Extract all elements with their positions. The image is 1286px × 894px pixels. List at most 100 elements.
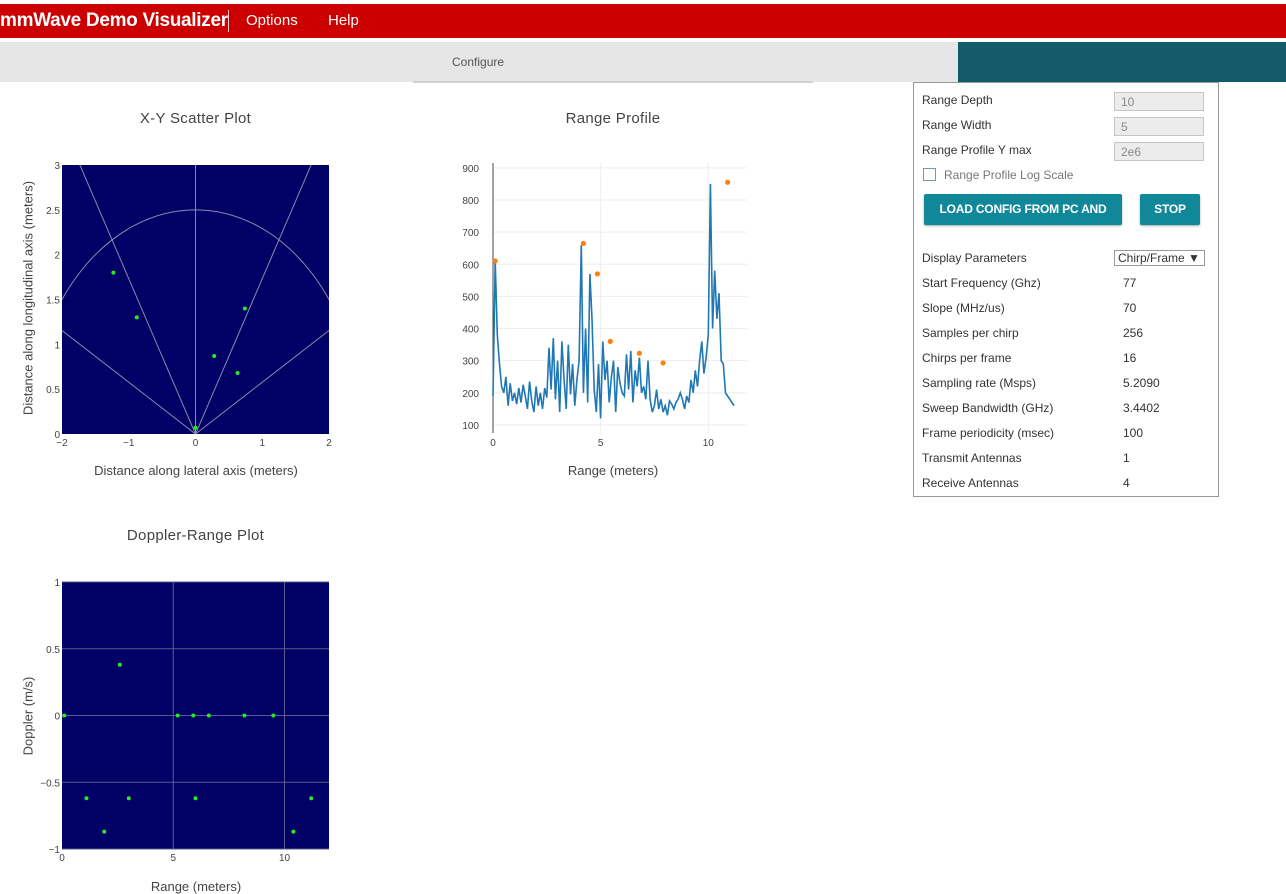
y-tick-label: 400: [462, 325, 479, 336]
param-value: 100: [1123, 426, 1144, 440]
param-value: 4: [1123, 476, 1130, 490]
param-label: Receive Antennas: [922, 476, 1019, 490]
top-bar: mmWave Demo Visualizer Options Help: [0, 4, 1286, 38]
data-point: [291, 829, 296, 834]
header-accent-block: [958, 42, 1286, 82]
peak-marker: [636, 350, 642, 356]
y-tick-label: 0.5: [46, 645, 60, 656]
xy-scatter-plot: −2 −1 0 1 200.511.522.53: [46, 161, 332, 449]
param-label: Sampling rate (Msps): [922, 376, 1037, 390]
stop-button[interactable]: STOP: [1140, 194, 1200, 225]
load-config-button[interactable]: LOAD CONFIG FROM PC AND SEND: [924, 194, 1122, 247]
y-tick-label: 1: [54, 340, 60, 351]
y-tick-label: 0: [54, 430, 60, 441]
param-value: 3.4402: [1123, 401, 1160, 415]
menu-help[interactable]: Help: [328, 4, 359, 38]
data-point: [126, 796, 131, 801]
xy-scatter-xlabel: Distance along lateral axis (meters): [94, 463, 298, 478]
peak-marker: [594, 271, 600, 277]
peak-marker: [580, 240, 587, 246]
y-tick-label: 0: [54, 712, 60, 723]
param-label: Transmit Antennas: [922, 451, 1022, 465]
tab-underline: [413, 81, 813, 83]
data-point: [206, 713, 211, 718]
range-profile-plot: 100 200 300 400 500 600 700 800 900 0 5 10: [462, 163, 747, 449]
param-value: 16: [1123, 351, 1137, 365]
param-label: Slope (MHz/us): [922, 301, 1005, 315]
range-profile-ymax-input[interactable]: [1114, 142, 1204, 161]
x-tick-label: 5: [170, 853, 176, 864]
param-label: Chirps per frame: [922, 351, 1012, 365]
x-tick-label: −1: [123, 438, 135, 449]
param-label: Sweep Bandwidth (GHz): [922, 401, 1054, 415]
x-tick-label: 10: [279, 853, 291, 864]
param-value: 77: [1123, 276, 1137, 290]
param-value: 5.2090: [1123, 376, 1160, 390]
data-point: [235, 371, 240, 376]
x-tick-label: 0: [490, 438, 496, 449]
peak-marker: [660, 360, 666, 366]
data-point: [62, 713, 67, 718]
display-params-label: Display Parameters: [922, 251, 1027, 265]
data-point: [175, 713, 180, 718]
param-value: 256: [1123, 326, 1144, 340]
y-tick-label: 700: [462, 228, 479, 239]
range-width-label: Range Width: [922, 118, 992, 132]
doppler-range-plot: −1−0.500.510 5 10: [40, 578, 329, 864]
data-point: [212, 353, 217, 358]
y-tick-label: 200: [462, 389, 479, 400]
data-point: [134, 315, 139, 320]
menu-options[interactable]: Options: [246, 4, 298, 38]
param-label: Start Frequency (Ghz): [922, 276, 1041, 290]
range-width-input[interactable]: [1114, 117, 1204, 136]
data-point: [309, 796, 314, 801]
data-point: [242, 713, 247, 718]
peak-marker: [725, 179, 731, 185]
x-tick-label: 2: [326, 438, 332, 449]
data-point: [193, 796, 198, 801]
param-value: 1: [1123, 451, 1130, 465]
x-tick-label: 0: [59, 853, 65, 864]
peak-marker: [492, 258, 498, 264]
tab-configure-label: Configure: [452, 55, 505, 69]
app-title: mmWave Demo Visualizer: [0, 10, 228, 31]
x-tick-label: 0: [193, 438, 199, 449]
y-tick-label: 2: [54, 251, 60, 262]
y-tick-label: 900: [462, 164, 479, 175]
y-tick-label: 0.5: [46, 385, 60, 396]
y-tick-label: 2.5: [46, 206, 60, 217]
y-tick-label: 1.5: [46, 296, 60, 307]
tab-bar: Configure: [0, 42, 958, 82]
data-point: [193, 425, 198, 430]
log-scale-label: Range Profile Log Scale: [944, 168, 1074, 182]
range-profile-ymax-label: Range Profile Y max: [922, 143, 1032, 157]
doppler-range-title: Doppler-Range Plot: [126, 527, 265, 544]
x-tick-label: 5: [598, 438, 604, 449]
tab-configure[interactable]: Configure: [0, 42, 958, 82]
range-depth-input[interactable]: [1114, 92, 1204, 111]
y-tick-label: 800: [462, 196, 479, 207]
display-params-select[interactable]: Chirp/Frame ▼: [1114, 250, 1205, 266]
config-panel: Range Depth Range Width Range Profile Y …: [913, 82, 1219, 497]
param-value: 70: [1123, 301, 1137, 315]
xy-scatter-title: X-Y Scatter Plot: [139, 110, 252, 127]
y-tick-label: 1: [54, 578, 60, 589]
y-tick-label: 3: [54, 161, 60, 172]
title-divider: [228, 10, 229, 32]
y-tick-label: 100: [462, 421, 479, 432]
data-point: [271, 713, 276, 718]
data-point: [84, 796, 89, 801]
data-point: [117, 662, 122, 667]
log-scale-checkbox[interactable]: [923, 168, 936, 181]
y-tick-label: 300: [462, 357, 479, 368]
range-depth-label: Range Depth: [922, 93, 993, 107]
data-point: [191, 713, 196, 718]
range-profile-line: [492, 183, 735, 419]
range-profile-xlabel: Range (meters): [567, 463, 659, 478]
x-tick-label: 10: [703, 438, 715, 449]
range-profile-title: Range Profile: [565, 110, 661, 127]
y-tick-label: 600: [462, 260, 479, 271]
y-tick-label: −0.5: [40, 778, 60, 789]
peak-marker: [607, 338, 613, 344]
x-tick-label: 1: [259, 438, 265, 449]
